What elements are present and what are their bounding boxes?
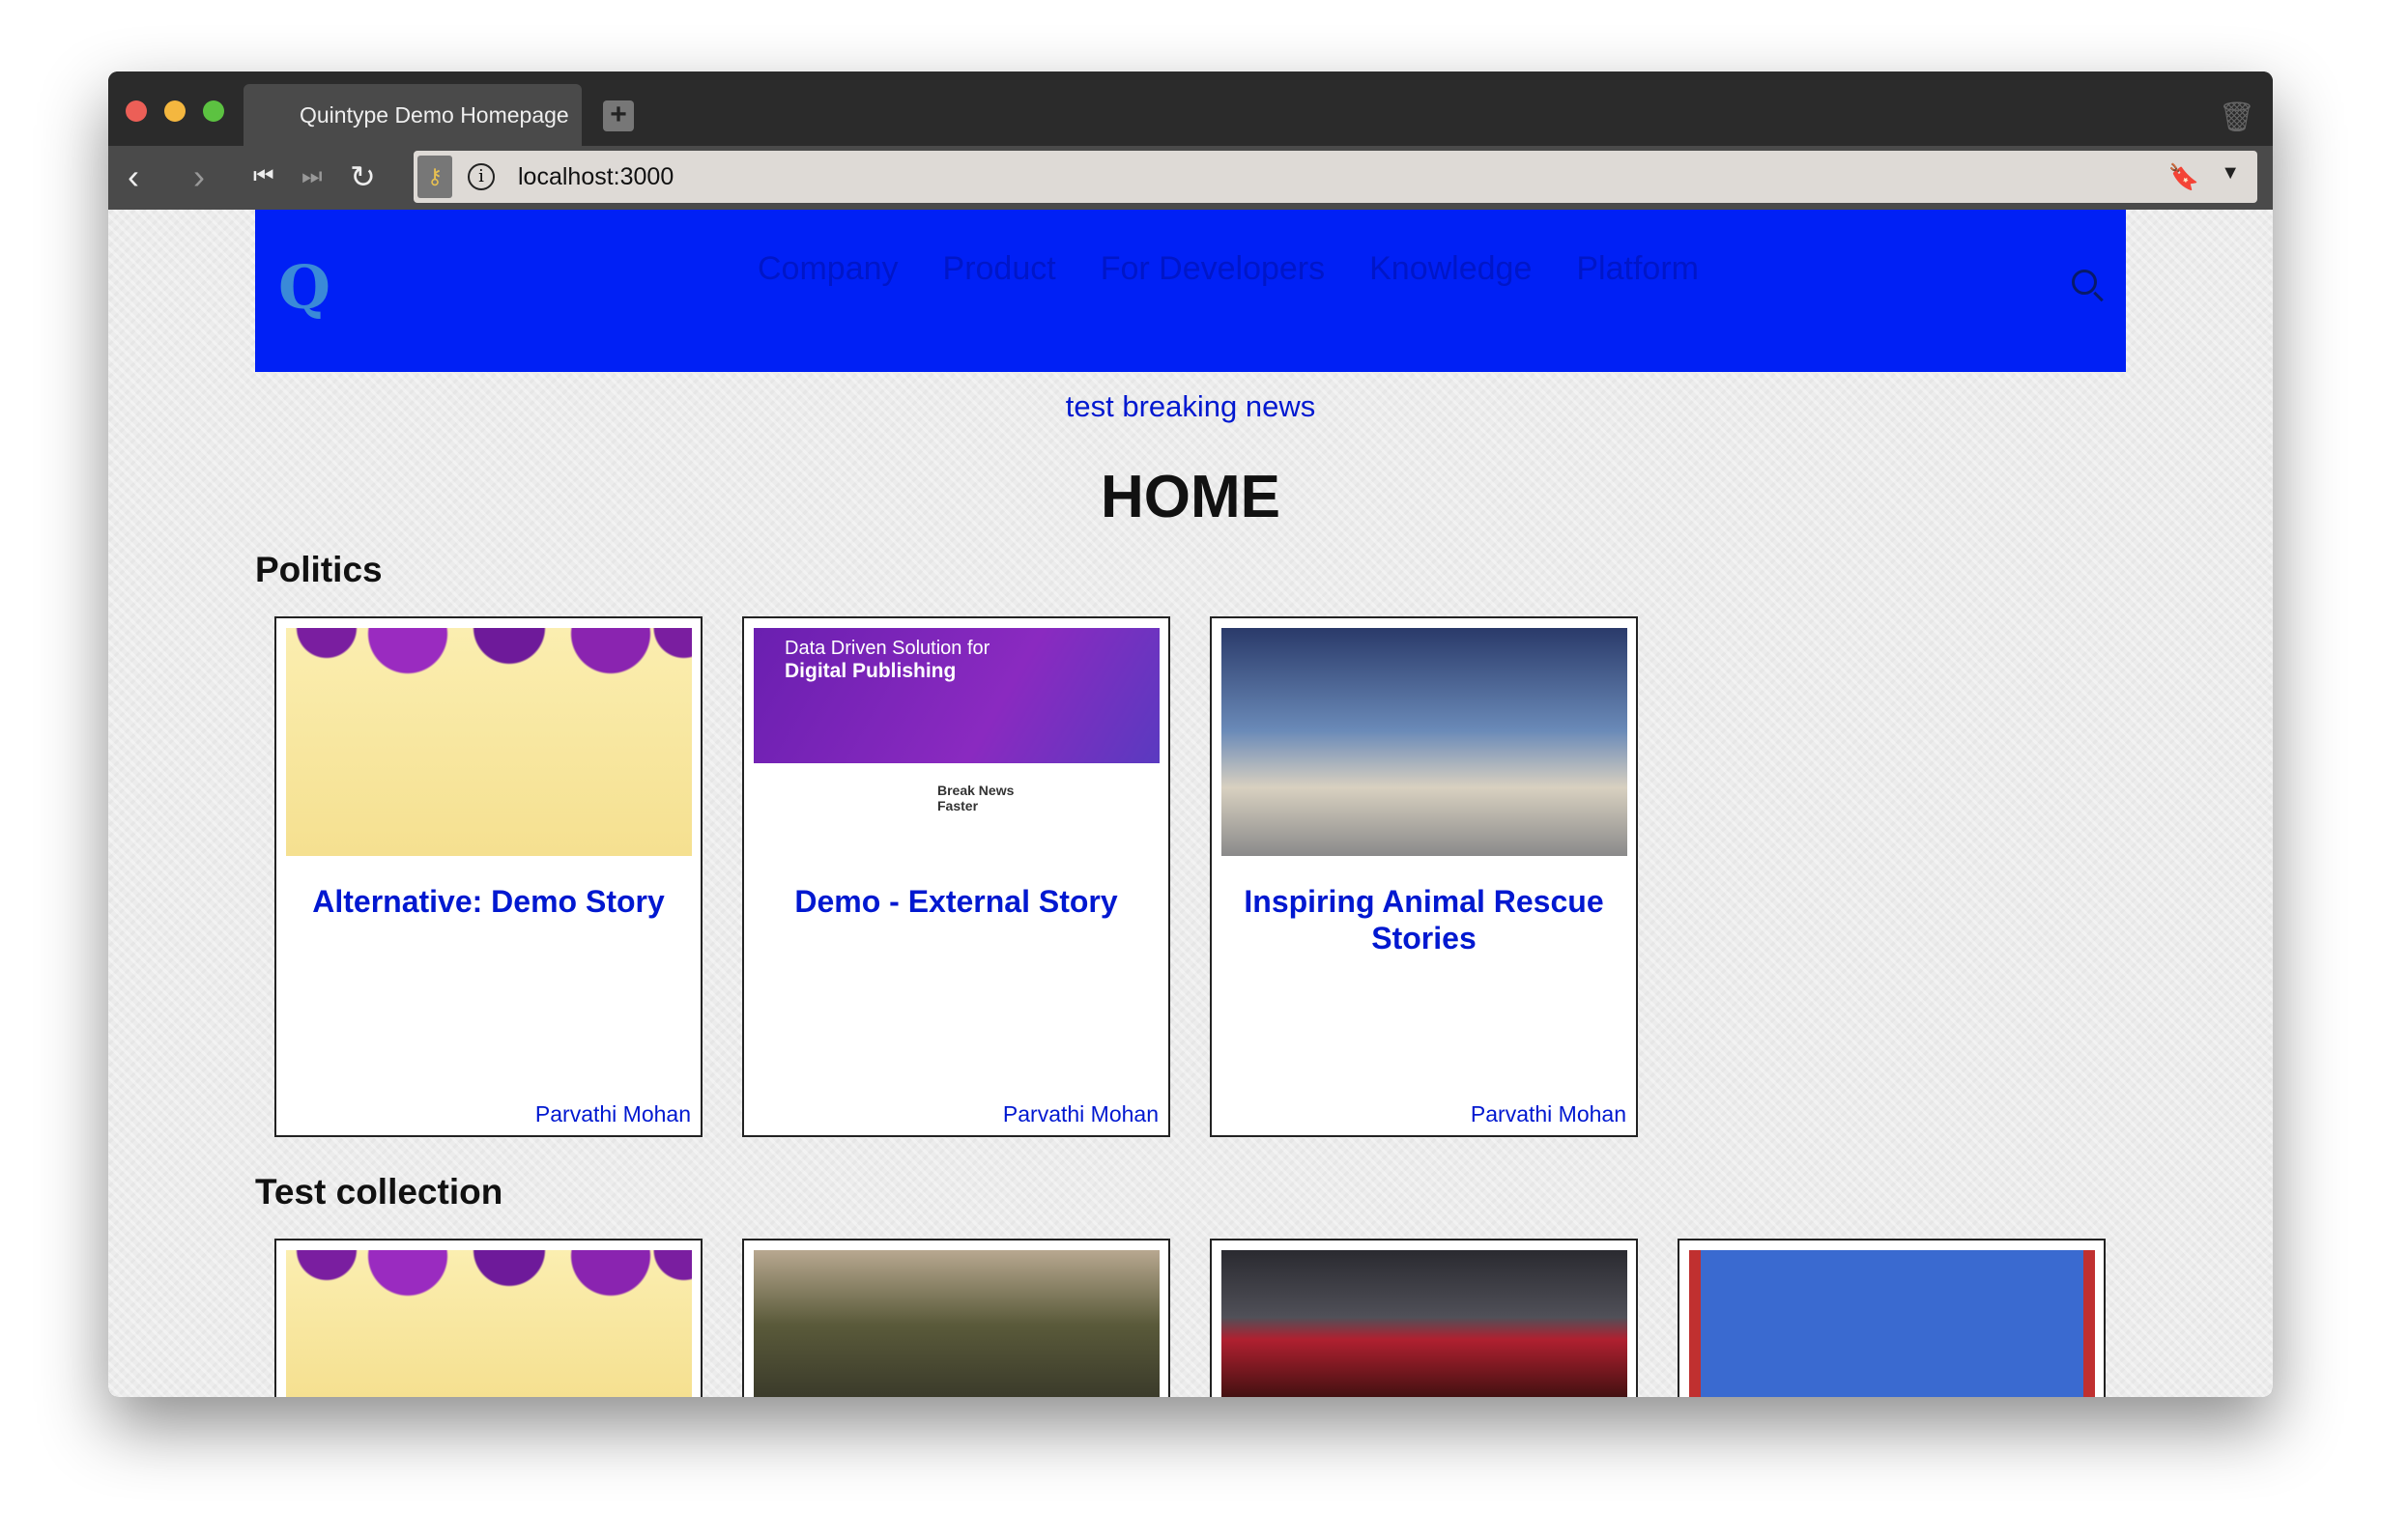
story-image[interactable] [1689, 1250, 2095, 1397]
address-bar[interactable]: ⚷ i localhost:3000 🔖 ▼ [414, 151, 2257, 203]
browser-tab[interactable]: Quintype Demo Homepage [244, 84, 582, 146]
promo-line1: Data Driven Solution for [785, 638, 990, 659]
site-logo[interactable]: Q [278, 252, 330, 323]
nav-item-product[interactable]: Product [943, 250, 1056, 288]
promo-banner: Data Driven Solution for Digital Publish… [754, 628, 1160, 763]
page-title: HOME [1101, 464, 1280, 530]
new-tab-button[interactable]: + [603, 100, 634, 131]
story-author[interactable]: Parvathi Mohan [1471, 1101, 1626, 1127]
page-viewport: Q Company Product For Developers Knowled… [108, 210, 2273, 1397]
story-author[interactable]: Parvathi Mohan [1003, 1101, 1159, 1127]
back-icon[interactable]: ‹ [128, 156, 139, 198]
breaking-news-text[interactable]: test breaking news [1066, 389, 1315, 423]
story-image[interactable] [1221, 628, 1627, 856]
story-image[interactable]: Data Driven Solution for Digital Publish… [754, 628, 1160, 856]
bookmark-icon[interactable]: 🔖 [2168, 162, 2199, 192]
main-nav: Company Product For Developers Knowledge… [758, 250, 1699, 288]
story-image[interactable] [1221, 1250, 1627, 1397]
key-icon[interactable]: ⚷ [417, 156, 452, 198]
story-author[interactable]: Parvathi Mohan [535, 1101, 691, 1127]
skip-forward-icon[interactable]: ⏭ [301, 156, 323, 198]
story-card[interactable]: Inspiring Animal Rescue Stories Parvathi… [1210, 616, 1638, 1137]
title-bar: Quintype Demo Homepage + 🗑 [108, 71, 2273, 146]
skip-back-icon[interactable]: ⏮ [253, 156, 274, 198]
chevron-down-icon[interactable]: ▼ [2221, 162, 2240, 185]
story-image[interactable] [754, 1250, 1160, 1397]
story-image[interactable] [286, 1250, 692, 1397]
minimize-window-button[interactable] [164, 100, 186, 122]
browser-window: Quintype Demo Homepage + 🗑 ‹ › ⏮ ⏭ ↻ ⚷ i… [108, 71, 2273, 1397]
forward-icon[interactable]: › [193, 156, 205, 198]
section-title-politics: Politics [255, 550, 383, 589]
promo-line2: Digital Publishing [785, 660, 957, 682]
site-header: Q Company Product For Developers Knowled… [255, 210, 2126, 372]
story-card[interactable]: Data Driven Solution for Digital Publish… [742, 616, 1170, 1137]
info-icon[interactable]: i [468, 163, 495, 190]
nav-item-platform[interactable]: Platform [1576, 250, 1699, 288]
promo-subtitle: Break News Faster [937, 783, 1015, 813]
story-card[interactable] [274, 1239, 703, 1397]
section-title-test-collection: Test collection [255, 1172, 503, 1212]
search-icon[interactable] [2072, 270, 2097, 295]
nav-item-company[interactable]: Company [758, 250, 899, 288]
story-card[interactable] [1678, 1239, 2106, 1397]
browser-toolbar: ‹ › ⏮ ⏭ ↻ ⚷ i localhost:3000 🔖 ▼ [108, 146, 2273, 210]
story-card[interactable] [742, 1239, 1170, 1397]
nav-item-knowledge[interactable]: Knowledge [1369, 250, 1532, 288]
nav-item-for-developers[interactable]: For Developers [1101, 250, 1325, 288]
breaking-news[interactable]: test breaking news [108, 389, 2273, 424]
url-text[interactable]: localhost:3000 [518, 151, 674, 203]
story-image[interactable] [286, 628, 692, 856]
trash-icon[interactable]: 🗑 [2219, 100, 2255, 134]
story-headline[interactable]: Alternative: Demo Story [296, 883, 681, 920]
story-headline[interactable]: Inspiring Animal Rescue Stories [1231, 883, 1617, 956]
story-headline[interactable]: Demo - External Story [763, 883, 1149, 920]
reload-icon[interactable]: ↻ [350, 156, 376, 198]
close-window-button[interactable] [126, 100, 147, 122]
maximize-window-button[interactable] [203, 100, 224, 122]
story-card[interactable] [1210, 1239, 1638, 1397]
story-card[interactable]: Alternative: Demo Story Parvathi Mohan [274, 616, 703, 1137]
